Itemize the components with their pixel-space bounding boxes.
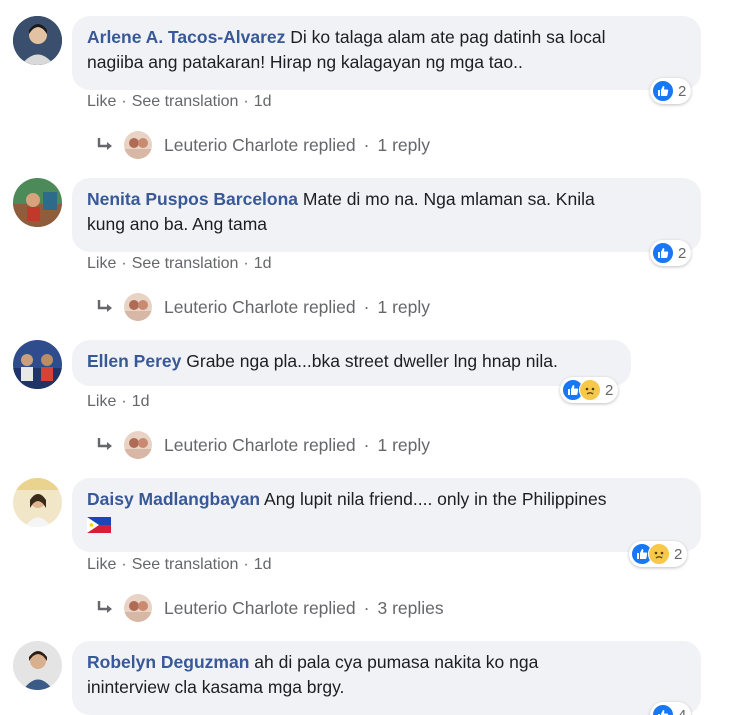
view-replies-link[interactable]: Leuterio Charlote replied · 1 reply: [96, 293, 430, 321]
comment-text: Grabe nga pla...bka street dweller lng h…: [186, 351, 558, 371]
comment-bubble: Nenita Puspos Barcelona Mate di mo na. N…: [72, 178, 701, 252]
reaction-badge[interactable]: 2: [629, 541, 688, 567]
timestamp[interactable]: 1d: [254, 255, 272, 272]
see-translation-link[interactable]: See translation: [132, 556, 239, 573]
sad-face-icon: [579, 379, 601, 401]
reply-count: 3 replies: [377, 597, 444, 618]
reply-arrow-icon: [97, 138, 112, 150]
reply-author: Leuterio Charlote replied: [164, 134, 356, 155]
comment-actions: Like · See translation · 1d: [87, 93, 272, 110]
timestamp[interactable]: 1d: [132, 393, 150, 410]
comment-text: ininterview cla kasama mga brgy.: [87, 677, 345, 697]
comment-text: Di ko talaga alam ate pag datinh sa loca…: [290, 27, 606, 47]
comment-author[interactable]: Daisy Madlangbayan: [87, 489, 260, 509]
comment-author[interactable]: Ellen Perey: [87, 351, 181, 371]
avatar[interactable]: [13, 478, 62, 527]
comment-author[interactable]: Arlene A. Tacos-Alvarez: [87, 27, 285, 47]
view-replies-link[interactable]: Leuterio Charlote replied · 3 replies: [96, 594, 444, 622]
thumbs-up-icon: [652, 242, 674, 264]
comment-actions: Like · See translation · 1d: [87, 255, 272, 272]
thumbs-up-icon: [652, 80, 674, 102]
avatar[interactable]: [13, 340, 62, 389]
see-translation-link[interactable]: See translation: [132, 255, 239, 272]
avatar[interactable]: [13, 178, 62, 227]
reaction-badge[interactable]: 4: [650, 702, 692, 715]
comment-text: Mate di mo na. Nga mlaman sa. Knila: [302, 189, 595, 209]
reply-arrow-icon: [97, 601, 112, 613]
comment-text: nagiiba ang patakaran! Hirap ng kalagaya…: [87, 52, 523, 72]
reaction-count: 2: [678, 82, 687, 100]
reaction-badge[interactable]: 2: [650, 240, 692, 266]
reaction-count: 2: [674, 545, 683, 563]
avatar[interactable]: [13, 641, 62, 690]
reply-author: Leuterio Charlote replied: [164, 296, 356, 317]
comment-bubble: Arlene A. Tacos-Alvarez Di ko talaga ala…: [72, 16, 701, 90]
reply-count: 1 reply: [377, 134, 431, 155]
timestamp[interactable]: 1d: [254, 556, 272, 573]
comment-actions: Like · 1d: [87, 393, 150, 410]
thumbs-up-icon: [652, 704, 674, 715]
reply-author: Leuterio Charlote replied: [164, 597, 356, 618]
see-translation-link[interactable]: See translation: [132, 93, 239, 110]
reaction-count: 4: [678, 706, 687, 715]
comment-actions: Like · See translation · 1d: [87, 556, 272, 573]
avatar: [124, 594, 152, 622]
timestamp[interactable]: 1d: [254, 93, 272, 110]
sad-face-icon: [648, 543, 670, 565]
reply-count: 1 reply: [377, 296, 431, 317]
like-link[interactable]: Like: [87, 393, 116, 410]
comment-text: Ang lupit nila friend.... only in the Ph…: [264, 489, 607, 509]
reply-arrow-icon: [97, 438, 112, 450]
like-link[interactable]: Like: [87, 255, 116, 272]
reply-count: 1 reply: [377, 434, 431, 455]
avatar: [124, 431, 152, 459]
reply-arrow-icon: [97, 300, 112, 312]
reaction-count: 2: [605, 381, 614, 399]
comment-bubble: Ellen Perey Grabe nga pla...bka street d…: [72, 340, 631, 386]
reaction-badge[interactable]: 2: [650, 78, 692, 104]
avatar: [124, 131, 152, 159]
reply-author: Leuterio Charlote replied: [164, 434, 356, 455]
comment-author[interactable]: Robelyn Deguzman: [87, 652, 249, 672]
like-link[interactable]: Like: [87, 556, 116, 573]
avatar[interactable]: [13, 16, 62, 65]
comment-bubble: Robelyn Deguzman ah di pala cya pumasa n…: [72, 641, 701, 715]
philippines-flag-icon: [87, 517, 111, 534]
comment-author[interactable]: Nenita Puspos Barcelona: [87, 189, 298, 209]
comment-text: kung ano ba. Ang tama: [87, 214, 267, 234]
view-replies-link[interactable]: Leuterio Charlote replied · 1 reply: [96, 131, 430, 159]
reaction-badge[interactable]: 2: [560, 377, 619, 403]
reaction-count: 2: [678, 244, 687, 262]
comment-bubble: Daisy Madlangbayan Ang lupit nila friend…: [72, 478, 701, 552]
avatar: [124, 293, 152, 321]
comment-text: ah di pala cya pumasa nakita ko nga: [254, 652, 539, 672]
like-link[interactable]: Like: [87, 93, 116, 110]
view-replies-link[interactable]: Leuterio Charlote replied · 1 reply: [96, 431, 430, 459]
